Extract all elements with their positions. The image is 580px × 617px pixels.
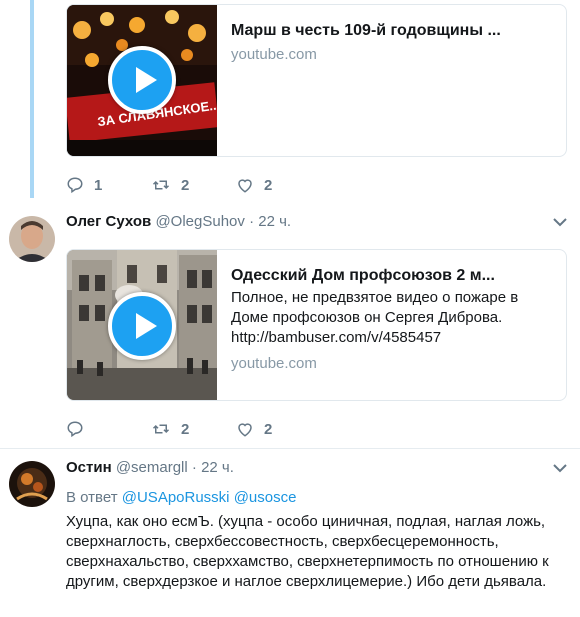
tweet-text: Хуцпа, как оно есмЪ. (хуцпа - особо цини… xyxy=(66,513,549,590)
like-icon xyxy=(238,423,252,437)
play-button[interactable] xyxy=(108,292,176,360)
reply-prefix: В ответ xyxy=(66,489,118,506)
avatar[interactable] xyxy=(9,216,55,262)
card-title[interactable]: Марш в честь 109-й годовщины ... xyxy=(231,21,556,41)
reply-button[interactable]: 1 xyxy=(66,176,151,194)
like-button[interactable]: 2 xyxy=(236,420,321,438)
tweet-actions-2: 2 2 xyxy=(66,417,321,441)
card-domain: youtube.com xyxy=(231,355,317,372)
header-separator: · xyxy=(249,213,255,230)
mention-link[interactable]: @USApoRusski xyxy=(122,489,230,506)
chevron-down-icon[interactable] xyxy=(552,217,568,227)
author-handle[interactable]: @semargll xyxy=(116,459,188,476)
reply-context: В ответ @USApoRusski @usosce xyxy=(66,488,296,508)
like-count: 2 xyxy=(264,420,273,438)
tweet-header: Остин @semargll · 22 ч. xyxy=(66,458,234,478)
reply-count: 1 xyxy=(94,176,103,194)
chevron-down-icon[interactable] xyxy=(552,463,568,473)
link-card-2[interactable]: Одесский Дом профсоюзов 2 м... Полное, н… xyxy=(66,249,567,401)
play-icon xyxy=(136,67,157,93)
tweet-divider xyxy=(0,448,580,449)
video-thumbnail-2 xyxy=(67,250,217,400)
retweet-button[interactable]: 2 xyxy=(151,420,236,438)
reply-button[interactable] xyxy=(66,420,151,438)
tweet-header: Олег Сухов @OlegSuhov · 22 ч. xyxy=(66,212,291,232)
author-name[interactable]: Остин xyxy=(66,459,112,476)
card-domain: youtube.com xyxy=(231,46,317,63)
retweet-icon xyxy=(152,424,170,434)
header-separator: · xyxy=(191,459,197,476)
link-card-1[interactable]: ЗА СЛАВЯНСКОЕ... Марш в честь 109-й годо… xyxy=(66,4,567,157)
author-name[interactable]: Олег Сухов xyxy=(66,213,151,230)
like-button[interactable]: 2 xyxy=(236,176,321,194)
reply-icon xyxy=(67,177,83,194)
retweet-icon xyxy=(152,180,170,190)
tweet-actions-1: 1 2 2 xyxy=(66,173,321,197)
mention-link[interactable]: @usosce xyxy=(234,489,297,506)
like-count: 2 xyxy=(264,176,273,194)
like-icon xyxy=(238,179,252,193)
author-handle[interactable]: @OlegSuhov xyxy=(155,213,244,230)
retweet-count: 2 xyxy=(181,176,190,194)
play-icon xyxy=(136,313,157,339)
tweet-timestamp[interactable]: 22 ч. xyxy=(201,459,234,476)
thread-connector xyxy=(30,0,34,198)
play-button[interactable] xyxy=(108,46,176,114)
card-title[interactable]: Одесский Дом профсоюзов 2 м... xyxy=(231,266,556,286)
retweet-button[interactable]: 2 xyxy=(151,176,236,194)
tweet-timestamp[interactable]: 22 ч. xyxy=(258,213,291,230)
card-description: Полное, не предвзятое видео о пожаре в Д… xyxy=(231,289,519,346)
retweet-count: 2 xyxy=(181,420,190,438)
reply-icon xyxy=(67,421,83,438)
video-thumbnail-1: ЗА СЛАВЯНСКОЕ... xyxy=(67,5,217,156)
avatar[interactable] xyxy=(9,461,55,507)
